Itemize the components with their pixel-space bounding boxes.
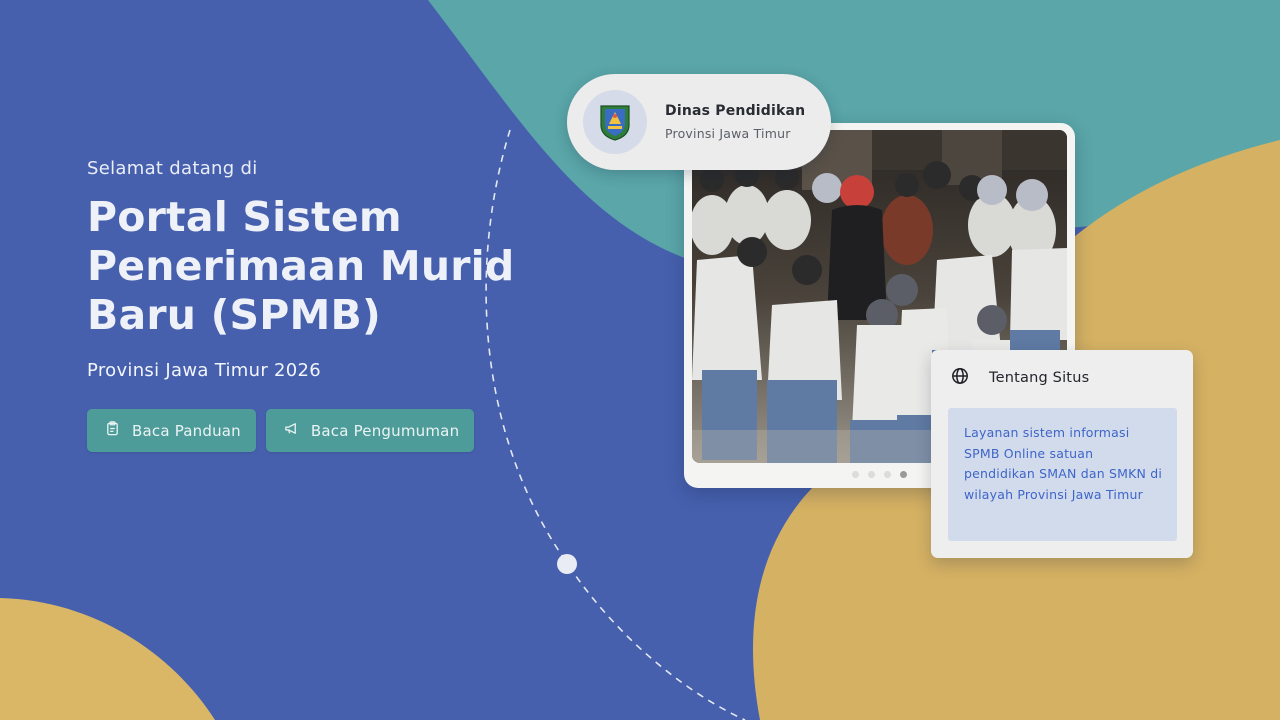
welcome-text: Selamat datang di xyxy=(87,158,258,179)
carousel-indicators xyxy=(852,471,907,478)
page-title-line-1: Portal Sistem xyxy=(87,193,402,241)
read-announcement-label: Baca Pengumuman xyxy=(310,421,460,440)
agency-region: Provinsi Jawa Timur xyxy=(665,126,791,141)
about-site-title: Tentang Situs xyxy=(989,370,1090,386)
carousel-dot-2[interactable] xyxy=(868,471,875,478)
page-title: Portal Sistem Penerimaan Murid Baru (SPM… xyxy=(87,193,547,340)
about-site-card: Tentang Situs Layanan sistem informasi S… xyxy=(931,350,1193,558)
megaphone-icon xyxy=(284,421,299,440)
agency-name: Dinas Pendidikan xyxy=(665,103,806,119)
about-site-description: Layanan sistem informasi SPMB Online sat… xyxy=(948,408,1177,541)
carousel-dot-3[interactable] xyxy=(884,471,891,478)
hero-actions: Baca Panduan Baca Pengumuman xyxy=(87,409,547,452)
read-announcement-button[interactable]: Baca Pengumuman xyxy=(265,409,475,452)
agency-badge: Dinas Pendidikan Provinsi Jawa Timur xyxy=(567,74,831,170)
page-title-line-2: Penerimaan Murid xyxy=(87,242,515,290)
read-guide-label: Baca Panduan xyxy=(132,421,241,440)
hero-section: Selamat datang di Portal Sistem Penerima… xyxy=(87,158,547,452)
read-guide-button[interactable]: Baca Panduan xyxy=(87,409,256,452)
carousel-dot-1[interactable] xyxy=(852,471,859,478)
globe-icon xyxy=(951,367,969,389)
page-title-line-3: Baru (SPMB) xyxy=(87,291,381,339)
about-site-header: Tentang Situs xyxy=(931,350,1193,406)
clipboard-icon xyxy=(105,421,120,440)
page-subtitle: Provinsi Jawa Timur 2026 xyxy=(87,360,322,381)
east-java-emblem-icon xyxy=(583,90,647,154)
carousel-dot-4[interactable] xyxy=(900,471,907,478)
